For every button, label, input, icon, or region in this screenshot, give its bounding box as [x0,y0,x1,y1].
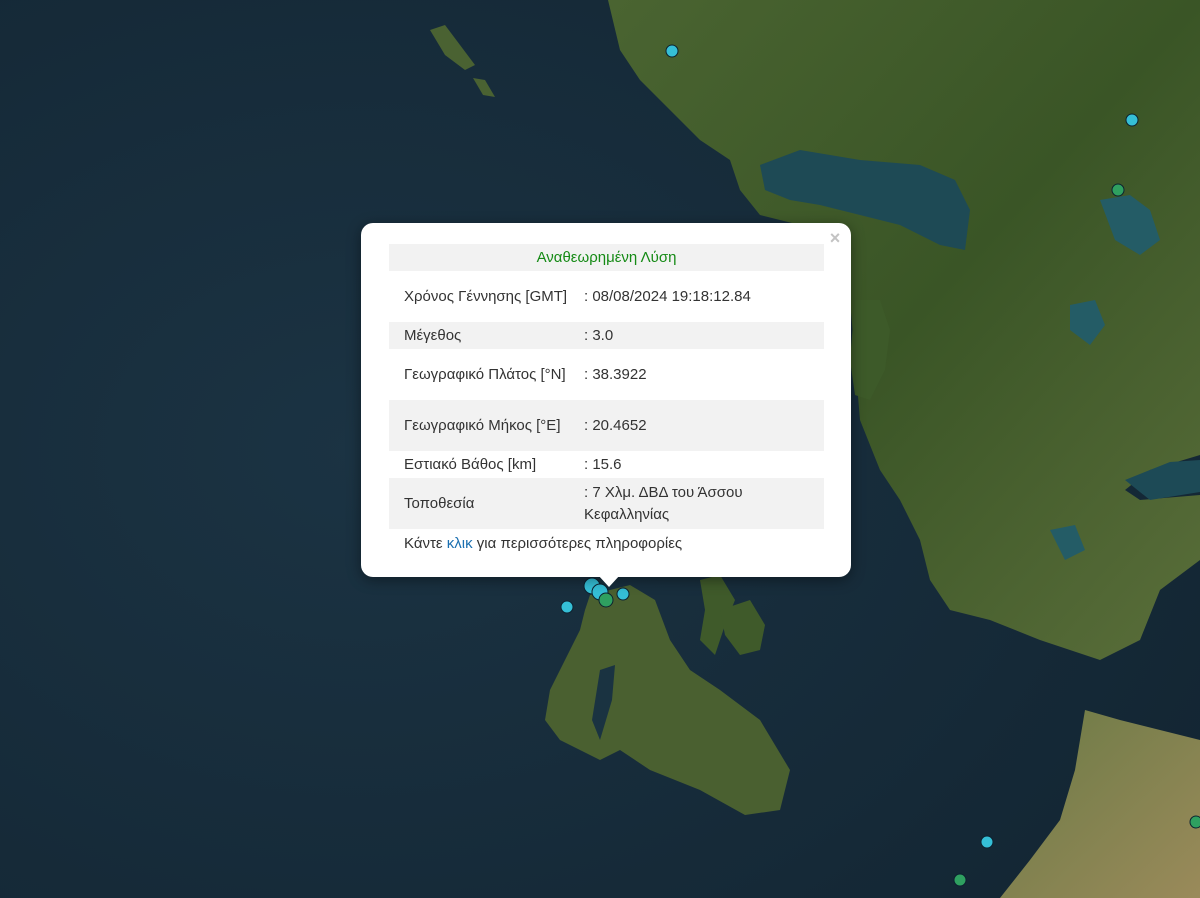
info-value: : 20.4652 [569,400,824,451]
earthquake-marker-kefalonia-4[interactable] [560,600,574,614]
close-icon[interactable]: × [827,229,843,247]
earthquake-marker-south-1[interactable] [980,835,994,849]
popup-content: Αναθεωρημένη Λύση Χρόνος Γέννησης [GMT] … [389,244,824,555]
earthquake-marker-east[interactable] [1111,183,1125,197]
info-row-location: Τοποθεσία : 7 Χλμ. ΔΒΔ του Άσσου Κεφαλλη… [389,478,824,529]
info-row-latitude: Γεωγραφικό Πλάτος [°N] : 38.3922 [389,349,824,400]
info-row-depth: Εστιακό Βάθος [km] : 15.6 [389,451,824,478]
info-label: Γεωγραφικό Πλάτος [°N] [404,365,566,383]
info-value: : 15.6 [584,455,622,473]
earthquake-marker-north[interactable] [665,44,679,58]
more-info-suffix: για περισσότερες πληροφορίες [472,535,683,552]
info-value: : 7 Χλμ. ΔΒΔ του Άσσου Κεφαλληνίας [569,478,824,529]
more-info-prefix: Κάντε [404,535,447,552]
popup-tip [598,575,620,587]
earthquake-info-table: Χρόνος Γέννησης [GMT] : 08/08/2024 19:18… [389,271,824,529]
info-row-magnitude: Μέγεθος : 3.0 [389,322,824,349]
popup-heading: Αναθεωρημένη Λύση [389,244,824,271]
info-label: Εστιακό Βάθος [km] [404,455,537,473]
info-value: : 3.0 [569,322,824,349]
info-value: : 38.3922 [584,365,647,383]
earthquake-marker-southeast[interactable] [1189,815,1200,829]
info-row-longitude: Γεωγραφικό Μήκος [°E] : 20.4652 [389,400,824,451]
earthquake-marker-south-2[interactable] [953,873,967,887]
earthquake-marker-northeast[interactable] [1125,113,1139,127]
earthquake-marker-kefalonia-selected[interactable] [598,592,614,608]
info-label: Μέγεθος [389,322,569,349]
more-info-link[interactable]: κλικ [447,535,473,552]
info-label: Χρόνος Γέννησης [GMT] [404,287,568,305]
info-label: Τοποθεσία [389,478,569,529]
earthquake-popup: × Αναθεωρημένη Λύση Χρόνος Γέννησης [GMT… [361,223,851,577]
info-label: Γεωγραφικό Μήκος [°E] [389,400,569,451]
info-row-origin-time: Χρόνος Γέννησης [GMT] : 08/08/2024 19:18… [389,271,824,322]
more-info-line: Κάντε κλικ για περισσότερες πληροφορίες [389,529,824,555]
info-value: : 08/08/2024 19:18:12.84 [584,287,751,305]
earthquake-marker-kefalonia-3[interactable] [616,587,630,601]
